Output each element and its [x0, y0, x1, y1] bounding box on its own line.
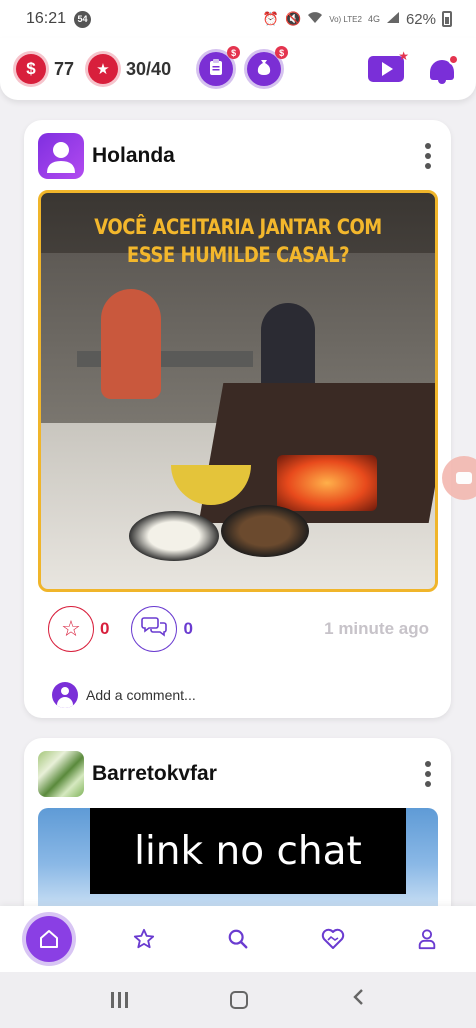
- image-pan-rice: [129, 511, 219, 561]
- heart-handshake-icon: [321, 928, 344, 949]
- more-options-icon[interactable]: [425, 143, 437, 169]
- post-username[interactable]: Holanda: [92, 144, 175, 168]
- image-text-banner: link no chat: [90, 808, 406, 894]
- more-options-icon[interactable]: [425, 761, 437, 787]
- notification-dot: [448, 54, 459, 65]
- money-bag-button[interactable]: $: [247, 46, 289, 86]
- money-bag-icon: [256, 58, 272, 80]
- back-icon[interactable]: [351, 986, 365, 1014]
- image-pan-meat: [221, 505, 309, 557]
- like-button[interactable]: ☆: [48, 606, 94, 652]
- post-image[interactable]: VOCÊ ACEITARIA JANTAR COM ESSE HUMILDE C…: [38, 190, 438, 592]
- home-icon: [40, 930, 58, 948]
- status-left: 16:21 54: [26, 10, 92, 28]
- video-button[interactable]: ★: [368, 49, 409, 82]
- coin-icon: $: [16, 54, 46, 84]
- battery-icon: [442, 11, 452, 27]
- bell-icon[interactable]: [428, 54, 459, 84]
- post-username[interactable]: Barretokvfar: [92, 762, 217, 786]
- comment-button[interactable]: [131, 606, 178, 652]
- system-nav-bar: [0, 972, 476, 1028]
- user-silhouette-icon: [47, 142, 75, 173]
- post-actions: ☆ 0 0 1 minute ago: [48, 605, 429, 653]
- image-fire: [277, 455, 377, 511]
- image-caption: VOCÊ ACEITARIA JANTAR COM ESSE HUMILDE C…: [69, 213, 408, 269]
- image-person-man: [101, 289, 161, 399]
- stars-stat[interactable]: ★ 30/40: [88, 54, 171, 84]
- notification-count-badge: 54: [74, 10, 92, 28]
- chat-bubbles-icon: [141, 615, 168, 643]
- star-outline-icon: ☆: [61, 616, 81, 641]
- clipboard-icon: [208, 58, 224, 80]
- post-header: Barretokvfar: [38, 750, 437, 798]
- user-avatar[interactable]: [38, 751, 84, 797]
- battery-percent: 62%: [405, 10, 436, 28]
- tasks-dollar-badge: $: [227, 46, 241, 59]
- add-comment-input[interactable]: Add a comment...: [86, 687, 196, 703]
- recents-icon[interactable]: [111, 992, 129, 1008]
- network-type: 4G: [367, 14, 380, 24]
- post-header: Holanda: [38, 132, 437, 180]
- nav-search[interactable]: [215, 916, 261, 962]
- nav-favorites[interactable]: [121, 916, 167, 962]
- coins-stat[interactable]: $ 77: [16, 54, 74, 84]
- signal-icon: [386, 11, 400, 27]
- post-timestamp: 1 minute ago: [324, 619, 429, 638]
- money-bag-dollar-badge: $: [275, 46, 289, 59]
- system-home-icon[interactable]: [230, 991, 249, 1009]
- header-right: ★: [368, 49, 460, 84]
- user-avatar[interactable]: [38, 133, 84, 179]
- video-star-icon: ★: [398, 49, 409, 63]
- play-icon: [382, 62, 393, 76]
- add-comment-row[interactable]: Add a comment...: [52, 682, 196, 708]
- status-time: 16:21: [26, 10, 67, 27]
- like-count: 0: [100, 619, 110, 638]
- network-label: Vo) LTE2: [329, 14, 362, 24]
- comment-count: 0: [183, 619, 193, 638]
- image-caption-line-2: ESSE HUMILDE CASAL?: [126, 243, 350, 267]
- top-header: $ 77 ★ 30/40 $ $ ★: [0, 38, 476, 100]
- current-user-avatar: [52, 682, 78, 708]
- post-card: Holanda VOCÊ ACEITARIA JANTAR COM ESSE H…: [24, 120, 451, 718]
- alarm-icon: ⏰: [262, 11, 279, 26]
- coins-value: 77: [54, 58, 75, 79]
- tasks-button[interactable]: $: [199, 46, 241, 86]
- star-icon: [133, 928, 154, 949]
- star-badge-icon: ★: [88, 54, 119, 84]
- mute-icon: 🔇: [285, 11, 302, 26]
- nav-home[interactable]: [26, 916, 72, 962]
- status-right: ⏰ 🔇 Vo) LTE2 4G 62%: [263, 11, 452, 28]
- status-bar: 16:21 54 ⏰ 🔇 Vo) LTE2 4G 62%: [0, 0, 476, 38]
- search-icon: [228, 929, 248, 949]
- bottom-nav: [0, 906, 476, 972]
- wifi-icon: [307, 11, 323, 27]
- user-icon: [418, 929, 436, 950]
- camera-icon: [456, 472, 472, 484]
- image-caption-line-1: VOCÊ ACEITARIA JANTAR COM: [94, 215, 382, 239]
- nav-profile[interactable]: [404, 916, 450, 962]
- nav-match[interactable]: [310, 916, 356, 962]
- bell-clapper: [438, 79, 446, 84]
- stars-value: 30/40: [126, 58, 172, 79]
